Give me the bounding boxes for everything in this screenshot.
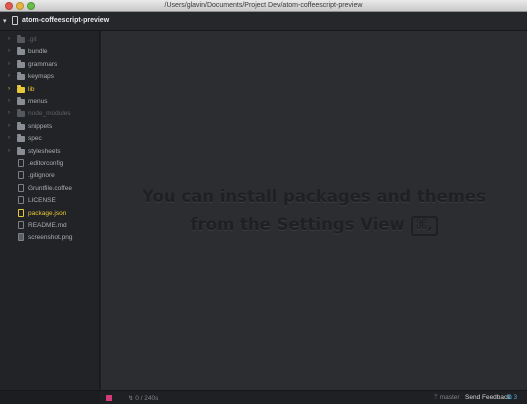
chevron-right-icon[interactable]: ›	[8, 48, 10, 54]
tree-file-item[interactable]: Gruntfile.coffee	[0, 183, 100, 195]
tree-item-label: bundle	[28, 48, 48, 56]
file-icon	[18, 208, 24, 217]
settings-shortcut-key: ⌘,	[410, 216, 438, 236]
tree-item-label: Gruntfile.coffee	[28, 184, 72, 192]
tree-item-label: package.json	[28, 209, 67, 217]
tree-item-label: .editorconfig	[28, 160, 64, 167]
tree-file-item[interactable]: README.md	[0, 220, 100, 232]
welcome-message-line-2-text: from the Settings View	[190, 215, 405, 234]
folder-icon	[17, 109, 25, 118]
file-icon	[18, 196, 24, 205]
tree-item-label: menus	[28, 98, 48, 105]
tree-item-label: stylesheets	[28, 147, 61, 155]
folder-icon	[17, 47, 25, 56]
chevron-right-icon[interactable]: ›	[8, 61, 10, 67]
tree-item-label: .git	[28, 36, 37, 43]
tree-item-label: README.md	[28, 222, 67, 229]
tree-folder-item[interactable]: › menus	[0, 96, 100, 108]
tree-item-label: LICENSE	[28, 197, 56, 205]
tree-item-label: snippets	[28, 122, 53, 130]
folder-icon	[17, 72, 25, 81]
tree-file-item[interactable]: package.json	[0, 208, 100, 220]
send-feedback-link[interactable]: Send Feedback	[465, 394, 511, 401]
tree-file-item[interactable]: .gitignore	[0, 170, 100, 182]
tree-folder-item[interactable]: › .git	[0, 34, 100, 46]
file-icon	[18, 221, 24, 229]
image-file-icon	[18, 233, 24, 242]
folder-icon	[17, 59, 25, 68]
package-updates-count: 3	[513, 394, 518, 401]
file-icon	[18, 159, 24, 167]
tree-file-item[interactable]: LICENSE	[0, 195, 100, 207]
file-icon	[18, 171, 24, 180]
repository-icon	[12, 16, 18, 25]
chevron-right-icon[interactable]: ›	[8, 135, 10, 141]
chevron-right-icon[interactable]: ›	[8, 86, 10, 92]
tree-item-label: keymaps	[28, 73, 55, 81]
cursor-position-text: 0 / 240s	[135, 395, 159, 402]
file-icon	[18, 183, 24, 192]
chevron-right-icon[interactable]: ›	[8, 36, 10, 42]
chevron-right-icon[interactable]: ›	[8, 123, 10, 129]
folder-icon	[17, 84, 25, 93]
git-status-indicator-icon[interactable]	[106, 395, 112, 401]
window-title: /Users/glavin/Documents/Project Dev/atom…	[164, 2, 363, 9]
tree-file-item[interactable]: .editorconfig	[0, 158, 100, 170]
folder-icon	[17, 121, 25, 130]
tree-item-label: screenshot.png	[28, 234, 73, 242]
tree-view-root[interactable]: ▾ atom-coffeescript-preview	[0, 12, 527, 31]
tree-item-label: node_modules	[28, 110, 71, 118]
editor-pane[interactable]: You can install packages and themes from…	[101, 31, 527, 390]
tree-file-item[interactable]: screenshot.png	[0, 232, 100, 244]
folder-icon	[17, 134, 25, 143]
git-branch-name: master	[439, 394, 460, 401]
cursor-icon: ↯	[128, 395, 134, 402]
tree-item-label: spec	[28, 135, 42, 143]
folder-icon	[17, 35, 25, 43]
project-name: atom-coffeescript-preview	[22, 17, 110, 24]
chevron-right-icon[interactable]: ›	[8, 73, 10, 79]
welcome-message-line-1: You can install packages and themes	[142, 187, 486, 206]
git-branch[interactable]: ᛘ master	[434, 394, 460, 401]
tree-item-label: .gitignore	[28, 172, 55, 180]
folder-icon	[17, 97, 25, 105]
tree-folder-item[interactable]: › lib	[0, 84, 100, 96]
status-bar-left-region	[0, 391, 100, 404]
tree-folder-item[interactable]: › grammars	[0, 59, 100, 71]
tree-folder-item[interactable]: › bundle	[0, 46, 100, 58]
chevron-right-icon[interactable]: ›	[8, 98, 10, 104]
folder-icon	[17, 146, 25, 155]
cursor-position[interactable]: ↯ 0 / 240s	[128, 394, 158, 402]
window-titlebar: /Users/glavin/Documents/Project Dev/atom…	[0, 0, 527, 12]
package-updates-icon: ⧉	[507, 394, 512, 401]
tree-folder-item[interactable]: › spec	[0, 133, 100, 145]
package-updates[interactable]: ⧉ 3	[507, 394, 517, 402]
chevron-right-icon[interactable]: ›	[8, 148, 10, 154]
tree-item-label: grammars	[28, 60, 58, 68]
branch-icon: ᛘ	[434, 394, 438, 401]
chevron-right-icon[interactable]: ›	[8, 110, 10, 116]
tree-item-label: lib	[28, 85, 35, 93]
tree-view-sidebar[interactable]: › .git › bundle › grammars › keymaps › lib › menus ›…	[0, 31, 100, 390]
tree-folder-item[interactable]: › snippets	[0, 121, 100, 133]
tree-folder-item[interactable]: › node_modules	[0, 108, 100, 120]
tree-folder-item[interactable]: › stylesheets	[0, 146, 100, 158]
chevron-down-icon[interactable]: ▾	[3, 17, 7, 25]
welcome-message-line-2: from the Settings View ⌘,	[101, 215, 527, 236]
tree-folder-item[interactable]: › keymaps	[0, 71, 100, 83]
status-bar: ↯ 0 / 240s ᛘ master Send Feedback ⧉ 3	[0, 390, 527, 404]
